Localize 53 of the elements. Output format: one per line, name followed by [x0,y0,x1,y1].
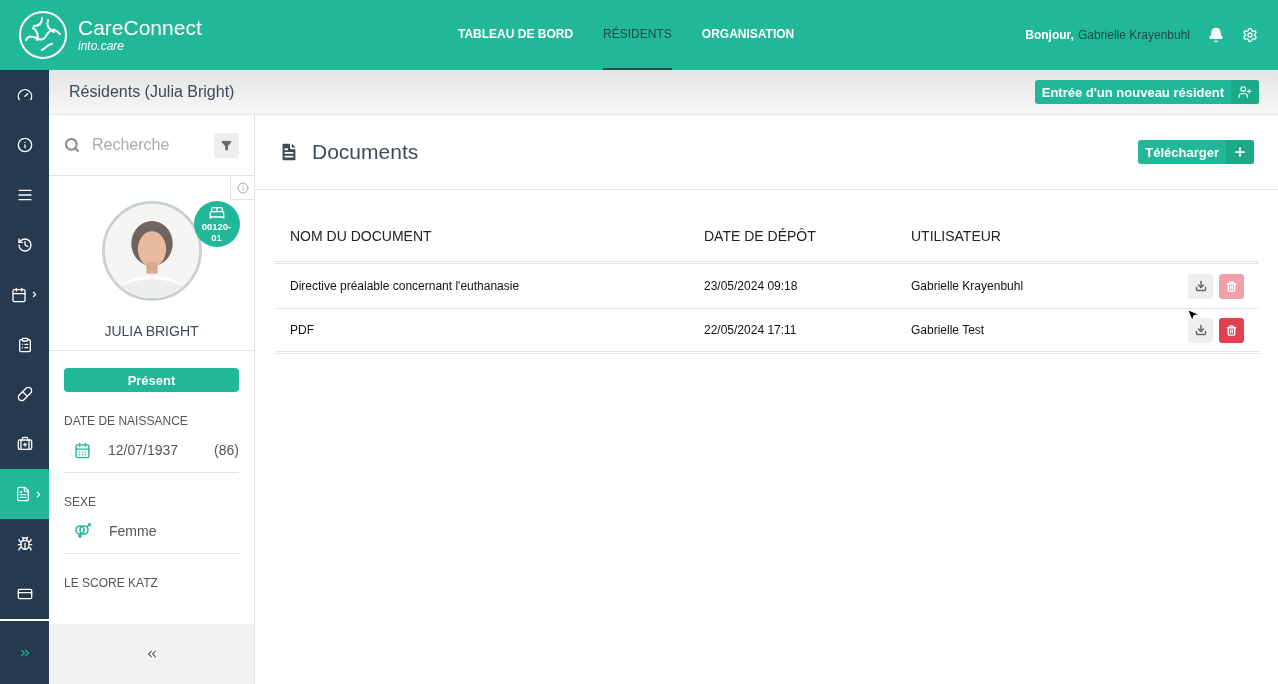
nav-tab[interactable]: TABLEAU DE BORD [458,0,574,70]
trash-icon [1226,280,1237,292]
info-icon [236,181,249,194]
download-icon [1194,280,1207,292]
column-header: UTILISATEUR [911,227,1002,244]
table-cell-text: Gabrielle Test [911,323,986,337]
filter-button[interactable] [214,132,239,158]
resident-name: JULIA BRIGHT [49,301,254,351]
document-icon [14,486,31,503]
brand-name: CareConnect [78,17,202,39]
nav-tab[interactable]: ORGANISATION [701,0,795,70]
column-header: DATE DE DÉPÔT [704,227,817,244]
filter-icon [221,139,232,151]
download-icon [1194,324,1207,336]
calendar-icon [10,286,27,303]
new-resident-button[interactable]: Entrée d'un nouveau résident [1034,80,1259,104]
page-title: Résidents (Julia Bright) [69,83,235,101]
age-text: (86) [214,442,239,458]
table-cell-text: Directive préalable concernant l'euthanasie [290,279,521,293]
download-button[interactable] [1188,317,1213,343]
table-cell-text: Gabrielle Krayenbuhl [911,279,1025,293]
bug-icon [16,536,33,553]
bed-icon [208,205,225,221]
status-badge: Présent [64,368,239,392]
pill-icon [16,386,33,403]
field-label: DATE DE NAISSANCE [64,414,189,428]
download-button[interactable] [1188,273,1213,299]
field-value: Femme [109,523,157,539]
table-cell-text: PDF [290,323,315,337]
field-label: SEXE [64,495,97,509]
delete-button[interactable] [1219,317,1244,343]
room-badge: 00120-01 [193,201,240,247]
table-cell-text: 22/05/2024 17:11 [704,323,798,337]
field-value: 12/07/1937 [108,442,179,458]
gender-icon [74,523,92,539]
plus-icon [1233,145,1247,159]
trash-icon [1226,324,1237,336]
medkit-icon [16,436,33,453]
greeting: Bonjour, Gabrielle Krayenbuhl [1025,28,1190,42]
info-icon [16,136,33,153]
calendar-icon [74,441,91,459]
user-plus-icon [1238,85,1252,99]
history-icon [16,236,33,253]
column-header: NOM DU DOCUMENT [290,227,433,244]
section-label: LE SCORE KATZ [64,576,159,590]
upload-button[interactable]: Télécharger [1138,140,1254,164]
checklist-icon [16,336,33,353]
gauge-icon [16,86,33,103]
table-cell-text: 23/05/2024 09:18 [704,279,799,293]
search-icon [64,137,80,153]
section-title: Documents [312,140,419,164]
logo-icon [18,10,68,60]
brand-subtitle: into.care [78,39,126,53]
